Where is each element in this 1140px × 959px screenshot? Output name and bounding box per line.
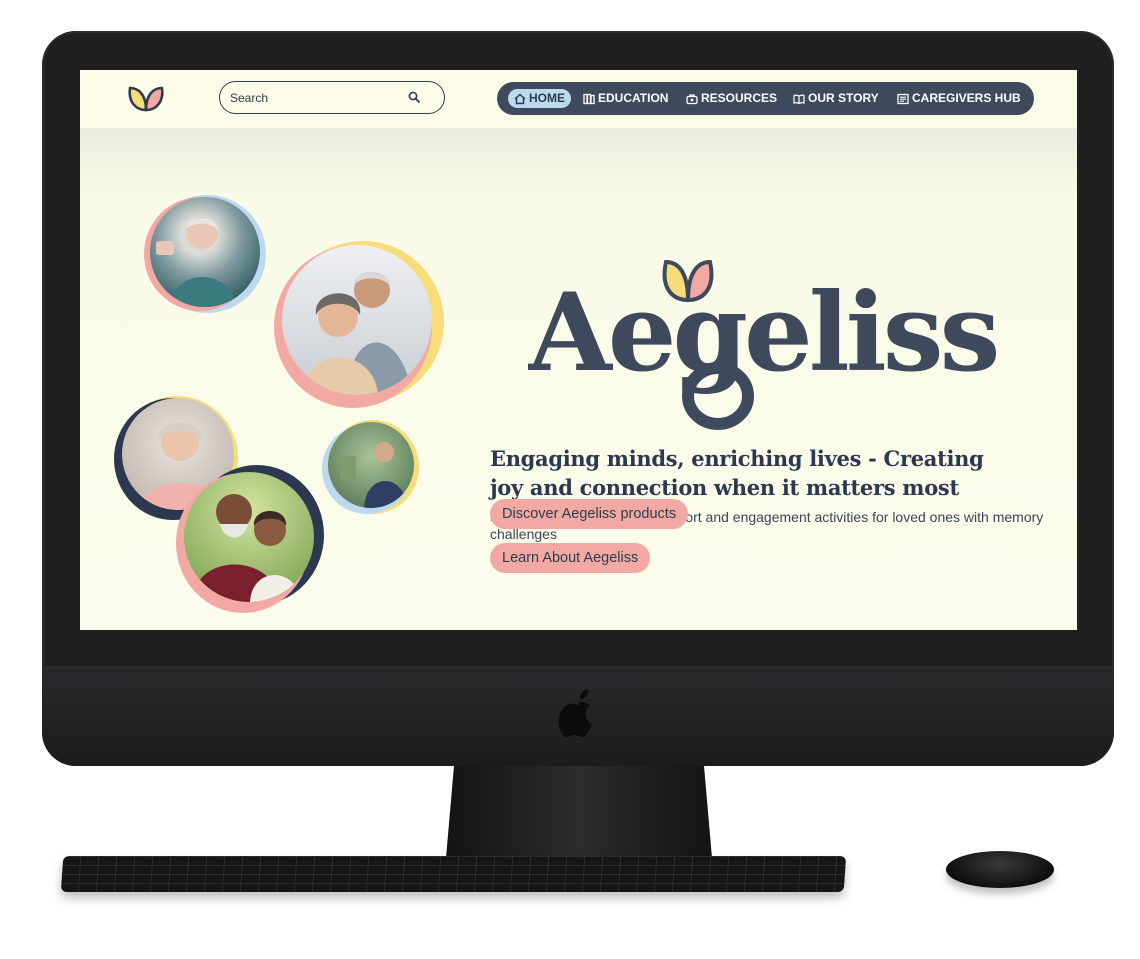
nav-item-home[interactable]: HOME [508, 89, 571, 108]
nav-label-home: HOME [529, 91, 565, 105]
photo-senior-woman-selfie [150, 197, 260, 307]
people-illustration [302, 271, 412, 395]
website-screen: HOME EDUCATION RESOURCES [80, 70, 1077, 630]
learn-about-button[interactable]: Learn About Aegeliss [490, 543, 651, 573]
newspaper-icon [897, 93, 909, 104]
aegeliss-leaf-logo-icon[interactable] [124, 84, 168, 114]
toolbox-icon [686, 93, 698, 104]
main-nav: HOME EDUCATION RESOURCES OUR STORY CAREG… [497, 82, 1034, 115]
aegeliss-wordmark: Aegeliss [528, 259, 1001, 430]
apple-logo-icon [558, 689, 592, 738]
hero-section: Aegeliss Engaging minds, enriching lives… [80, 128, 1077, 630]
nav-item-caregivers-hub[interactable]: CAREGIVERS HUB [897, 89, 1021, 108]
people-illustration [192, 494, 302, 602]
open-book-icon [793, 94, 805, 104]
keyboard [60, 856, 847, 892]
site-header: HOME EDUCATION RESOURCES [80, 70, 1077, 128]
nav-label-resources: RESOURCES [701, 91, 778, 105]
person-illustration [156, 217, 236, 307]
nav-label-education: EDUCATION [598, 91, 669, 105]
books-icon [583, 93, 595, 104]
imac-stand [446, 766, 712, 858]
search-icon[interactable] [408, 91, 421, 104]
hero-headline: Engaging minds, enriching lives - Creati… [490, 446, 984, 500]
brand-wordmark-text: Aegeliss [528, 270, 997, 396]
nav-item-our-story[interactable]: OUR STORY [793, 89, 879, 108]
nav-item-resources[interactable]: RESOURCES [686, 89, 777, 108]
person-illustration [340, 442, 408, 508]
photo-senior-couple-embracing [184, 472, 314, 602]
nav-item-education[interactable]: EDUCATION [583, 89, 668, 108]
photo-senior-man-gardening [328, 422, 414, 508]
search-box[interactable] [219, 81, 445, 114]
nav-label-our-story: OUR STORY [808, 91, 879, 105]
mouse [946, 851, 1054, 888]
discover-products-button[interactable]: Discover Aegeliss products [490, 499, 689, 529]
photo-senior-couple-smiling [282, 245, 432, 395]
search-input[interactable] [228, 88, 402, 108]
nav-label-caregivers-hub: CAREGIVERS HUB [912, 91, 1021, 105]
home-icon [514, 92, 526, 104]
